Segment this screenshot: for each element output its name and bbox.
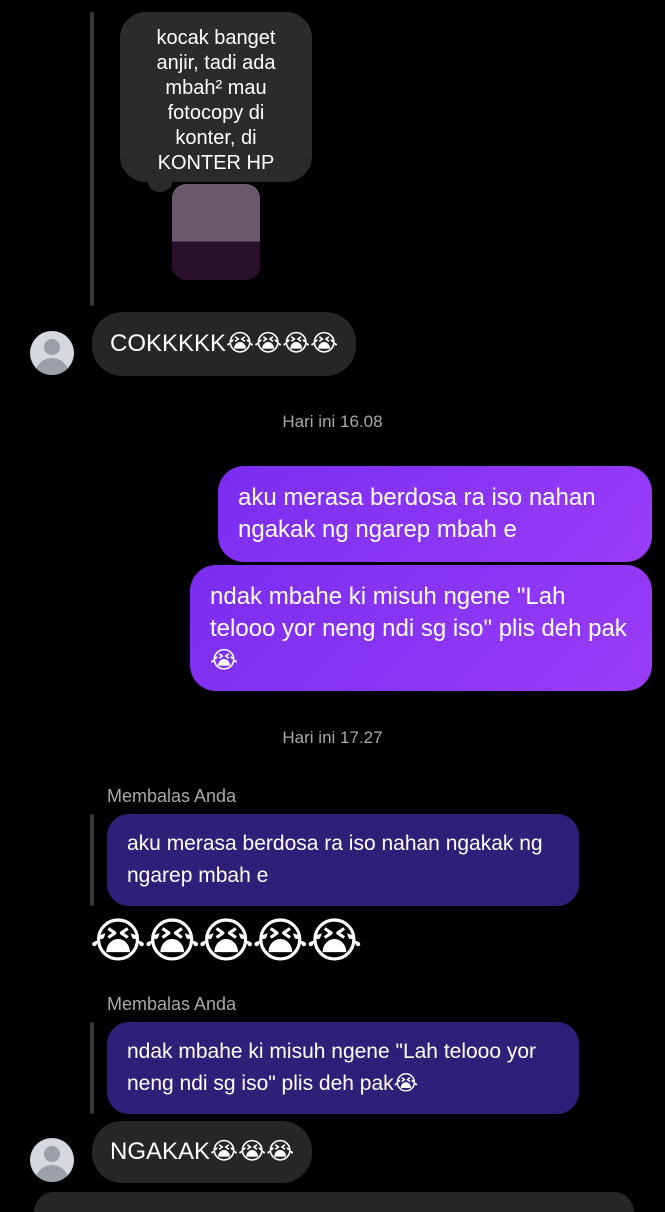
avatar-shoulders (35, 358, 69, 375)
quoted-reply-text: ndak mbahe ki misuh ngene "Lah telooo yo… (127, 1040, 537, 1095)
avatar-head (44, 339, 60, 355)
quoted-media-thumbnail[interactable] (172, 184, 260, 280)
quoted-story-text: kocak banget anjir, tadi ada mbah² mau f… (156, 27, 276, 174)
emoji-message[interactable]: 😭😭😭😭😭 (90, 914, 362, 970)
partially-visible-message-bubble[interactable] (34, 1192, 634, 1212)
quoted-reply-bubble[interactable]: ndak mbahe ki misuh ngene "Lah telooo yo… (107, 1022, 579, 1114)
message-timestamp: Hari ini 17.27 (282, 728, 383, 747)
outgoing-message-text: aku merasa berdosa ra iso nahan ngakak n… (238, 484, 596, 543)
incoming-message-bubble[interactable]: COKKKKK😭😭😭😭 (92, 312, 357, 376)
incoming-message-text: NGAKAK😭😭😭 (110, 1138, 295, 1165)
reply-thread-line-top (90, 12, 94, 306)
incoming-message-text: COKKKKK😭😭😭😭 (110, 330, 339, 357)
incoming-message-bubble[interactable]: NGAKAK😭😭😭 (92, 1121, 313, 1183)
quoted-reply-bubble[interactable]: aku merasa berdosa ra iso nahan ngakak n… (107, 814, 579, 906)
outgoing-message-bubble[interactable]: ndak mbahe ki misuh ngene "Lah telooo yo… (190, 565, 652, 691)
quoted-story-bubble[interactable]: kocak banget anjir, tadi ada mbah² mau f… (120, 12, 312, 182)
avatar-shoulders (35, 1165, 69, 1182)
reply-thread-line (90, 1022, 94, 1114)
quoted-reply-text: aku merasa berdosa ra iso nahan ngakak n… (127, 832, 543, 887)
avatar-head (44, 1146, 60, 1162)
reply-thread-line (90, 814, 94, 906)
outgoing-message-bubble[interactable]: aku merasa berdosa ra iso nahan ngakak n… (218, 466, 652, 562)
sender-avatar-icon[interactable] (30, 331, 74, 375)
reply-caption: Membalas Anda (107, 994, 237, 1014)
reply-caption: Membalas Anda (107, 786, 237, 806)
outgoing-message-text: ndak mbahe ki misuh ngene "Lah telooo yo… (210, 583, 627, 674)
sender-avatar-icon[interactable] (30, 1138, 74, 1182)
quoted-bubble-tail (148, 172, 172, 192)
message-timestamp: Hari ini 16.08 (282, 412, 383, 431)
